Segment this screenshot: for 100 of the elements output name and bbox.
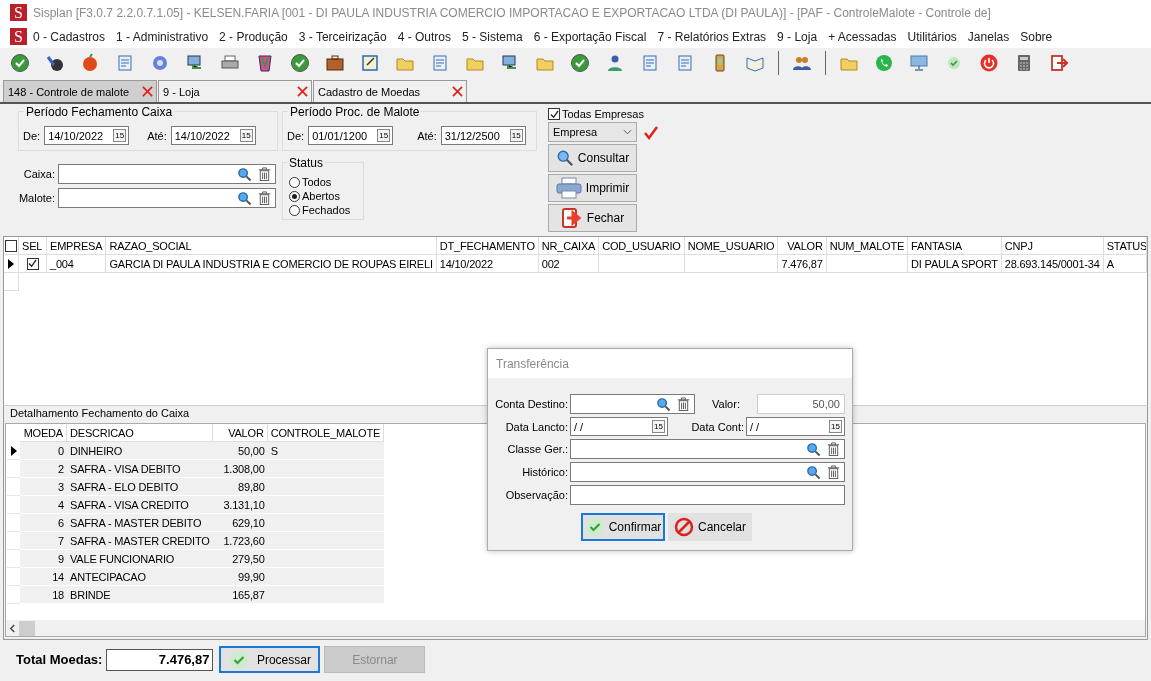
column-header[interactable]: VALOR	[778, 237, 827, 255]
row-checkbox[interactable]	[26, 257, 39, 270]
scrollbar-thumb[interactable]	[19, 620, 35, 636]
search-icon[interactable]	[806, 441, 821, 457]
column-header[interactable]: STATUS	[1103, 237, 1147, 255]
column-header[interactable]: CONTROLE_MALOTE	[267, 424, 385, 442]
close-icon[interactable]	[142, 86, 153, 97]
person-icon[interactable]	[605, 53, 625, 73]
radio-button[interactable]	[289, 176, 300, 188]
confirm-button[interactable]: Processar	[219, 646, 321, 673]
calendar-icon[interactable]: 15	[113, 129, 127, 142]
select-all-checkbox[interactable]	[5, 239, 17, 252]
date-field[interactable]: / / 15	[570, 417, 668, 436]
app-logo[interactable]: S	[10, 28, 27, 45]
confirm-button[interactable]: Confirmar	[581, 513, 665, 541]
close-button[interactable]: Fechar	[548, 204, 637, 232]
trash-icon[interactable]	[257, 190, 272, 206]
menu-item[interactable]: 9 - Loja	[772, 29, 823, 44]
exit-icon[interactable]	[1049, 53, 1069, 73]
check-icon[interactable]	[10, 53, 30, 73]
cancel-button[interactable]: Cancelar	[668, 513, 752, 541]
menu-item[interactable]: 6 - Exportação Fiscal	[528, 29, 652, 44]
menu-item[interactable]: 4 - Outros	[392, 29, 456, 44]
column-header[interactable]: NOME_USUARIO	[684, 237, 779, 255]
search-icon[interactable]	[656, 396, 671, 412]
chevron-down-icon[interactable]	[623, 129, 632, 135]
lookup-field[interactable]	[570, 462, 845, 482]
menu-item[interactable]: Sobre	[1015, 29, 1058, 44]
cup-icon[interactable]	[255, 53, 275, 73]
menu-item[interactable]: + Acessadas	[823, 29, 902, 44]
input-field[interactable]	[570, 485, 845, 505]
date-field[interactable]: / / 15	[746, 417, 845, 436]
column-header[interactable]: FANTASIA	[908, 237, 1002, 255]
column-header[interactable]: EMPRESA	[47, 237, 107, 255]
lookup-field[interactable]	[570, 394, 695, 414]
menu-item[interactable]: 2 - Produção	[214, 29, 293, 44]
value-field[interactable]: 50,00	[757, 394, 845, 414]
search-icon[interactable]	[237, 166, 252, 182]
menu-item[interactable]: 7 - Relatórios Extras	[652, 29, 772, 44]
trash-icon[interactable]	[676, 396, 691, 412]
calendar-icon[interactable]: 15	[509, 129, 523, 142]
table-cell: SAFRA - ELO DEBITO	[67, 478, 213, 496]
column-header[interactable]: CNPJ	[1001, 237, 1104, 255]
column-header[interactable]: RAZAO_SOCIAL	[106, 237, 437, 255]
check-icon[interactable]	[570, 53, 590, 73]
date-field[interactable]: 01/01/1200 15	[308, 126, 394, 145]
date-field[interactable]: 14/10/2022 15	[170, 126, 256, 145]
table-cell: 28.693.145/0001-34	[1001, 255, 1104, 273]
calendar-icon[interactable]: 15	[239, 129, 253, 142]
search-icon[interactable]	[806, 464, 821, 480]
calendar-icon[interactable]: 15	[377, 129, 391, 142]
scrollbar[interactable]	[6, 620, 1145, 636]
tab[interactable]: 148 - Controle de malote	[3, 80, 157, 102]
menu-item[interactable]: 0 - Cadastros	[28, 29, 111, 44]
row-indicator[interactable]	[4, 255, 19, 273]
column-header[interactable]: DESCRICAO	[67, 424, 213, 442]
table-cell: 7	[20, 532, 67, 550]
lookup-field[interactable]	[58, 164, 276, 184]
column-header[interactable]: COD_USUARIO	[599, 237, 685, 255]
search-icon[interactable]	[237, 190, 252, 206]
menu-item[interactable]: 5 - Sistema	[457, 29, 528, 44]
column-header[interactable]: DT_FECHAMENTO	[436, 237, 539, 255]
radio-button[interactable]	[289, 204, 300, 216]
trash-icon[interactable]	[826, 464, 841, 480]
search-button[interactable]: Consultar	[548, 144, 637, 172]
field-label: Observação:	[504, 489, 568, 501]
fruit-icon[interactable]	[80, 53, 100, 73]
calendar-icon[interactable]: 15	[652, 420, 665, 433]
menu-item[interactable]: Utilitários	[902, 29, 962, 44]
gear-icon[interactable]	[150, 53, 170, 73]
menu-item[interactable]: Janelas	[962, 29, 1015, 44]
tab[interactable]: Cadastro de Moedas	[313, 80, 467, 102]
menu-item[interactable]: 3 - Terceirização	[293, 29, 392, 44]
column-header[interactable]: VALOR	[212, 424, 268, 442]
date-field[interactable]: 14/10/2022 15	[44, 126, 130, 145]
column-header[interactable]: NR_CAIXA	[538, 237, 600, 255]
print-button[interactable]: Imprimir	[548, 174, 637, 202]
calendar-icon[interactable]: 15	[829, 420, 842, 433]
column-header[interactable]: NUM_MALOTE	[826, 237, 909, 255]
radio-button[interactable]	[289, 190, 300, 202]
close-icon[interactable]	[452, 86, 463, 97]
close-icon[interactable]	[297, 86, 308, 97]
check-icon[interactable]	[290, 53, 310, 73]
checkbox[interactable]	[548, 108, 560, 120]
menu-item[interactable]: 1 - Administrativo	[111, 29, 214, 44]
monitor-icon[interactable]	[909, 53, 929, 73]
chat-icon[interactable]	[874, 53, 894, 73]
lookup-field[interactable]	[570, 439, 845, 459]
briefcase-icon[interactable]	[325, 53, 345, 73]
trash-icon[interactable]	[826, 441, 841, 457]
table-cell: 99,90	[212, 568, 268, 586]
lookup-field[interactable]	[58, 188, 276, 208]
scroll-left-icon[interactable]	[9, 623, 16, 633]
trash-icon[interactable]	[257, 166, 272, 182]
column-header[interactable]: MOEDA	[20, 424, 67, 442]
date-field[interactable]: 31/12/2500 15	[440, 126, 526, 145]
tab[interactable]: 9 - Loja	[158, 80, 312, 102]
column-header[interactable]: SEL	[19, 237, 47, 255]
power-icon[interactable]	[979, 53, 999, 73]
notepad-icon[interactable]	[360, 53, 380, 73]
